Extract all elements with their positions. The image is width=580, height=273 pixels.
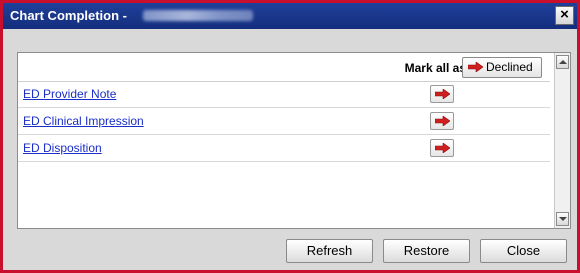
item-link[interactable]: ED Clinical Impression [23, 114, 144, 128]
decline-item-button[interactable] [430, 112, 454, 130]
list-item: ED Provider Note [18, 81, 550, 108]
restore-button[interactable]: Restore [383, 239, 470, 263]
close-icon[interactable]: × [555, 6, 574, 25]
decline-item-button[interactable] [430, 139, 454, 157]
window-title: Chart Completion - [10, 8, 127, 23]
refresh-button[interactable]: Refresh [286, 239, 373, 263]
mark-all-declined-button[interactable]: Declined [462, 57, 542, 78]
right-arrow-icon [435, 116, 450, 126]
redacted-patient-name [143, 10, 253, 21]
title-bar: Chart Completion - × [3, 3, 577, 29]
list-item: ED Clinical Impression [18, 108, 550, 135]
right-arrow-icon [435, 89, 450, 99]
item-link[interactable]: ED Disposition [23, 141, 102, 155]
scroll-down-icon[interactable] [556, 212, 569, 226]
decline-item-button[interactable] [430, 85, 454, 103]
right-arrow-icon [468, 62, 483, 72]
scroll-up-icon[interactable] [556, 55, 569, 69]
vertical-scrollbar[interactable] [554, 53, 570, 228]
declined-label: Declined [486, 60, 533, 74]
list-item: ED Disposition [18, 135, 550, 162]
item-link[interactable]: ED Provider Note [23, 87, 116, 101]
close-button[interactable]: Close [480, 239, 567, 263]
chart-completion-dialog: Chart Completion - × Mark all as: Declin… [0, 0, 580, 273]
right-arrow-icon [435, 143, 450, 153]
mark-all-label: Mark all as: [404, 61, 470, 75]
panel-header: Mark all as: Declined [18, 53, 550, 82]
chart-items-panel: Mark all as: Declined ED Provider Note E… [17, 52, 571, 229]
